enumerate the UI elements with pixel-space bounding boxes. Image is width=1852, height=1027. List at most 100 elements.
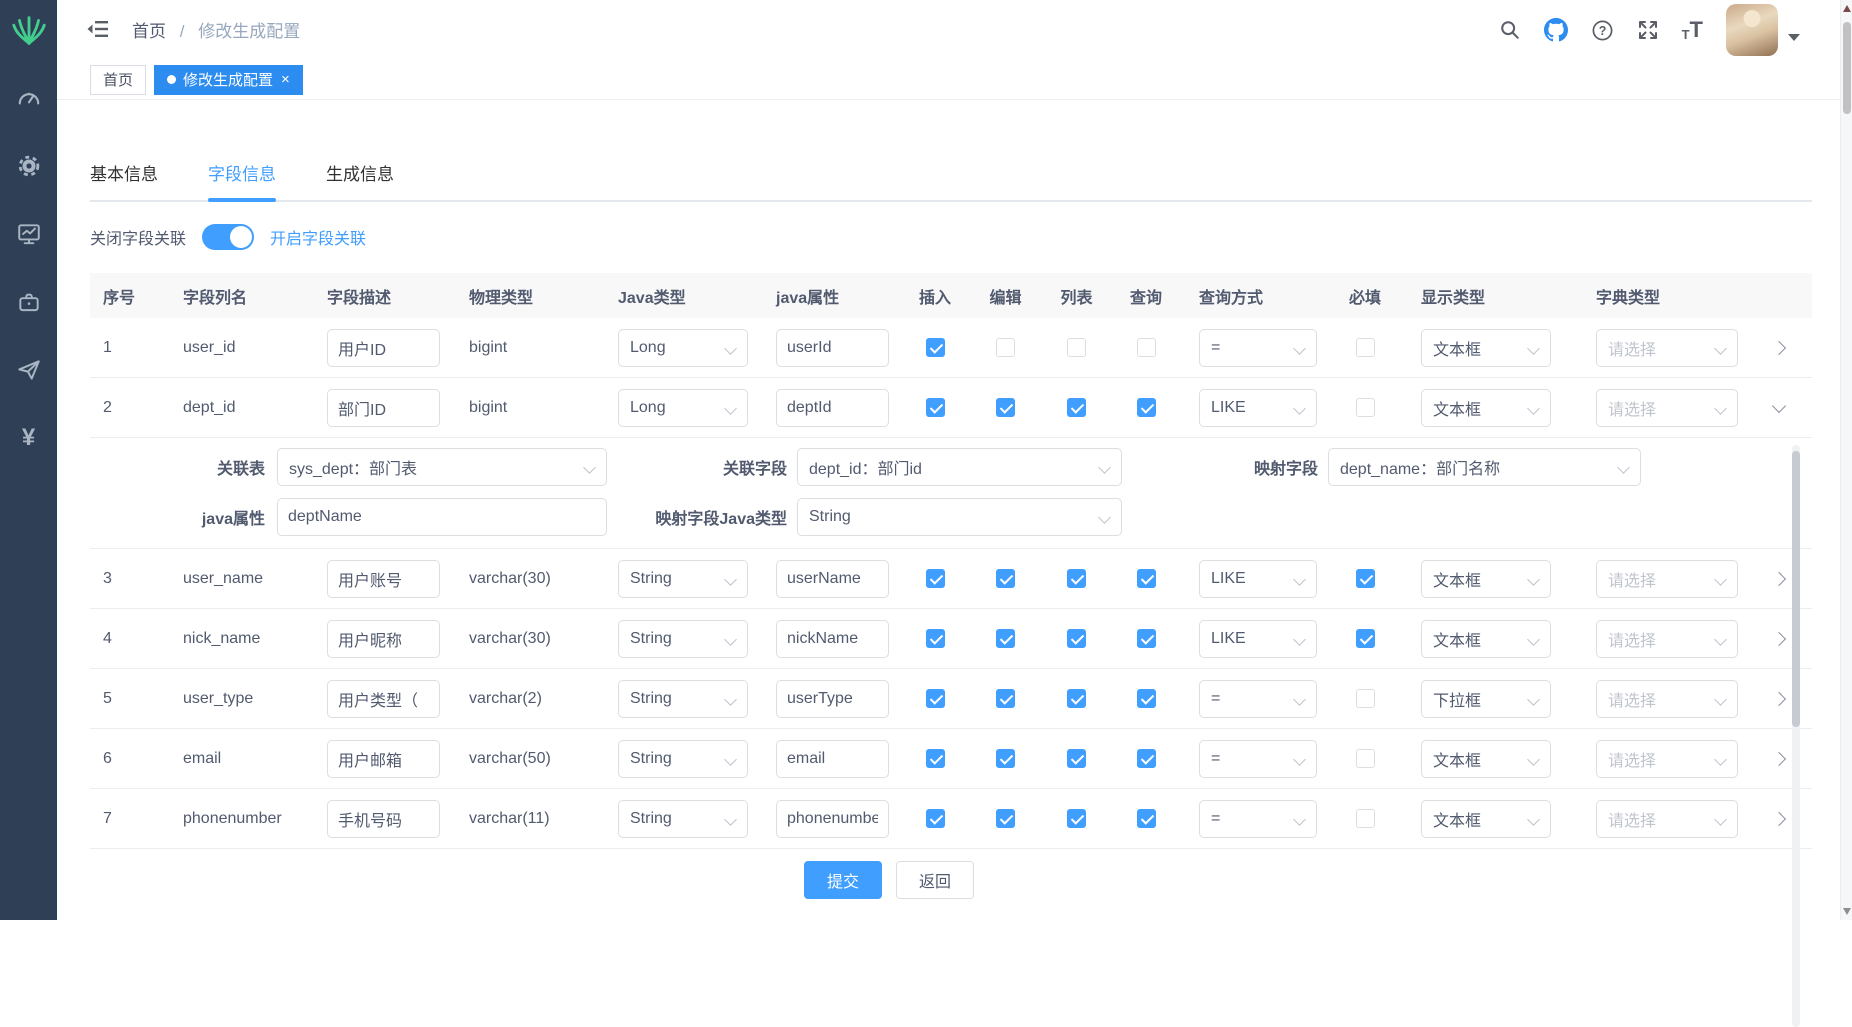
- mapping-javatype-select[interactable]: String: [797, 498, 1122, 536]
- expand-icon[interactable]: [1771, 398, 1785, 412]
- display-type-select[interactable]: 文本框: [1421, 560, 1551, 598]
- field-desc-input[interactable]: [327, 389, 440, 427]
- edit-checkbox[interactable]: [996, 809, 1015, 828]
- edit-checkbox[interactable]: [996, 569, 1015, 588]
- relation-field-select[interactable]: dept_id：部门id: [797, 448, 1122, 486]
- query-checkbox[interactable]: [1137, 569, 1156, 588]
- insert-checkbox[interactable]: [926, 809, 945, 828]
- java-type-select[interactable]: String: [618, 560, 748, 598]
- query-checkbox[interactable]: [1137, 749, 1156, 768]
- help-button[interactable]: ?: [1591, 19, 1614, 42]
- sidebar-item-monitor[interactable]: [0, 200, 57, 268]
- query-type-select[interactable]: =: [1199, 800, 1317, 838]
- query-checkbox[interactable]: [1137, 338, 1156, 357]
- table-scrollbar[interactable]: [1792, 445, 1800, 1027]
- tab-basic-info[interactable]: 基本信息: [90, 160, 158, 200]
- list-checkbox[interactable]: [1067, 398, 1086, 417]
- field-desc-input[interactable]: [327, 560, 440, 598]
- list-checkbox[interactable]: [1067, 689, 1086, 708]
- dict-type-select[interactable]: 请选择: [1596, 680, 1738, 718]
- insert-checkbox[interactable]: [926, 689, 945, 708]
- query-type-select[interactable]: LIKE: [1199, 389, 1317, 427]
- required-checkbox[interactable]: [1356, 689, 1375, 708]
- dict-type-select[interactable]: 请选择: [1596, 389, 1738, 427]
- required-checkbox[interactable]: [1356, 569, 1375, 588]
- insert-checkbox[interactable]: [926, 398, 945, 417]
- query-checkbox[interactable]: [1137, 398, 1156, 417]
- edit-checkbox[interactable]: [996, 689, 1015, 708]
- expand-icon[interactable]: [1771, 340, 1785, 354]
- page-scrollbar[interactable]: [1840, 0, 1852, 920]
- display-type-select[interactable]: 下拉框: [1421, 680, 1551, 718]
- scroll-up-icon[interactable]: [1843, 5, 1851, 12]
- relation-table-select[interactable]: sys_dept：部门表: [277, 448, 607, 486]
- query-checkbox[interactable]: [1137, 809, 1156, 828]
- expand-icon[interactable]: [1771, 631, 1785, 645]
- sidebar-item-dashboard[interactable]: [0, 64, 57, 132]
- required-checkbox[interactable]: [1356, 398, 1375, 417]
- java-field-input[interactable]: [776, 389, 889, 427]
- tag-home[interactable]: 首页: [90, 65, 146, 95]
- java-field-input[interactable]: [776, 740, 889, 778]
- display-type-select[interactable]: 文本框: [1421, 800, 1551, 838]
- tab-generate-info[interactable]: 生成信息: [326, 160, 394, 200]
- java-field-input[interactable]: [776, 800, 889, 838]
- close-icon[interactable]: ×: [281, 71, 290, 88]
- java-type-select[interactable]: String: [618, 680, 748, 718]
- insert-checkbox[interactable]: [926, 749, 945, 768]
- dict-type-select[interactable]: 请选择: [1596, 620, 1738, 658]
- tab-field-info[interactable]: 字段信息: [208, 160, 276, 200]
- list-checkbox[interactable]: [1067, 338, 1086, 357]
- edit-checkbox[interactable]: [996, 629, 1015, 648]
- java-type-select[interactable]: Long: [618, 329, 748, 367]
- required-checkbox[interactable]: [1356, 629, 1375, 648]
- field-desc-input[interactable]: [327, 620, 440, 658]
- list-checkbox[interactable]: [1067, 629, 1086, 648]
- breadcrumb-home[interactable]: 首页: [132, 22, 166, 41]
- edit-checkbox[interactable]: [996, 398, 1015, 417]
- mapping-field-select[interactable]: dept_name：部门名称: [1328, 448, 1641, 486]
- expand-icon[interactable]: [1771, 811, 1785, 825]
- table-scrollbar-thumb[interactable]: [1792, 451, 1800, 727]
- java-type-select[interactable]: String: [618, 620, 748, 658]
- list-checkbox[interactable]: [1067, 749, 1086, 768]
- field-desc-input[interactable]: [327, 740, 440, 778]
- display-type-select[interactable]: 文本框: [1421, 329, 1551, 367]
- font-size-button[interactable]: TT: [1682, 19, 1703, 41]
- query-type-select[interactable]: LIKE: [1199, 620, 1317, 658]
- relation-toggle-switch[interactable]: [202, 224, 254, 250]
- display-type-select[interactable]: 文本框: [1421, 389, 1551, 427]
- java-type-select[interactable]: String: [618, 800, 748, 838]
- expand-icon[interactable]: [1771, 751, 1785, 765]
- display-type-select[interactable]: 文本框: [1421, 620, 1551, 658]
- dict-type-select[interactable]: 请选择: [1596, 560, 1738, 598]
- query-type-select[interactable]: LIKE: [1199, 560, 1317, 598]
- query-type-select[interactable]: =: [1199, 680, 1317, 718]
- submit-button[interactable]: 提交: [804, 861, 882, 899]
- required-checkbox[interactable]: [1356, 809, 1375, 828]
- insert-checkbox[interactable]: [926, 338, 945, 357]
- scroll-down-icon[interactable]: [1843, 908, 1851, 915]
- java-type-select[interactable]: String: [618, 740, 748, 778]
- java-type-select[interactable]: Long: [618, 389, 748, 427]
- java-attr-input[interactable]: [277, 498, 607, 536]
- page-scrollbar-thumb[interactable]: [1843, 22, 1851, 114]
- list-checkbox[interactable]: [1067, 569, 1086, 588]
- tag-current[interactable]: 修改生成配置 ×: [154, 65, 303, 95]
- sidebar-item-tool[interactable]: [0, 268, 57, 336]
- field-desc-input[interactable]: [327, 680, 440, 718]
- edit-checkbox[interactable]: [996, 338, 1015, 357]
- sidebar-collapse-button[interactable]: [87, 19, 109, 44]
- insert-checkbox[interactable]: [926, 569, 945, 588]
- expand-icon[interactable]: [1771, 691, 1785, 705]
- sidebar-item-pay[interactable]: ¥: [0, 404, 57, 472]
- field-desc-input[interactable]: [327, 800, 440, 838]
- java-field-input[interactable]: [776, 680, 889, 718]
- insert-checkbox[interactable]: [926, 629, 945, 648]
- sidebar-item-system[interactable]: [0, 132, 57, 200]
- expand-icon[interactable]: [1771, 571, 1785, 585]
- fullscreen-button[interactable]: [1637, 19, 1659, 41]
- github-button[interactable]: [1544, 18, 1568, 42]
- java-field-input[interactable]: [776, 560, 889, 598]
- app-logo[interactable]: [0, 0, 57, 60]
